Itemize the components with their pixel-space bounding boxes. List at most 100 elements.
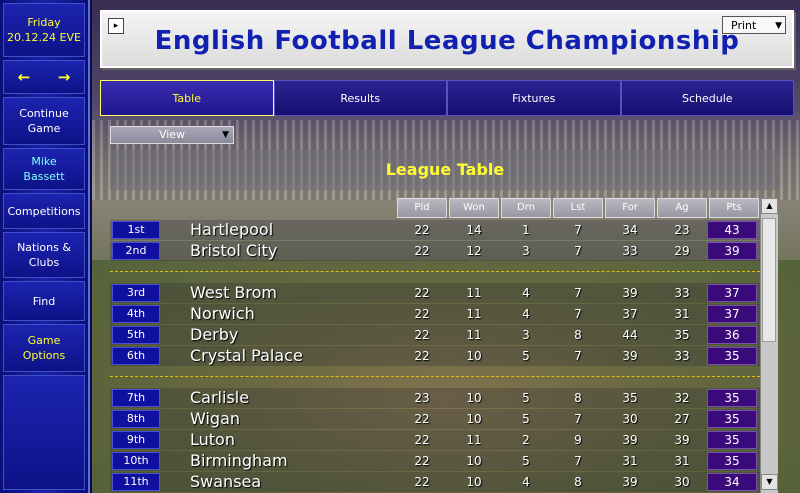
team-name[interactable]: West Brom — [190, 283, 277, 303]
chevron-down-icon: ▼ — [775, 21, 782, 31]
stat-lst: 9 — [574, 433, 582, 447]
team-name[interactable]: Bristol City — [190, 241, 277, 261]
table-row[interactable]: 3rd West Brom 22 11 4 7 39 33 37 — [110, 283, 762, 303]
table-row[interactable]: 9th Luton 22 11 2 9 39 39 35 — [110, 430, 762, 450]
stat-won: 11 — [466, 328, 482, 342]
team-name[interactable]: Crystal Palace — [190, 346, 303, 366]
team-name[interactable]: Norwich — [190, 304, 255, 324]
column-header-for[interactable]: For — [605, 198, 655, 218]
stat-won: 14 — [466, 223, 482, 237]
back-arrow-icon[interactable]: ← — [18, 69, 31, 85]
position-badge: 4th — [112, 305, 160, 323]
tab-table[interactable]: Table — [100, 80, 274, 116]
stat-drn: 4 — [522, 307, 530, 321]
date-display: Friday 20.12.24 EVE — [3, 3, 85, 57]
table-row[interactable]: 8th Wigan 22 10 5 7 30 27 35 — [110, 409, 762, 429]
scroll-down-icon[interactable]: ▼ — [761, 474, 778, 490]
tab-schedule[interactable]: Schedule — [620, 80, 794, 116]
find-button[interactable]: Find — [3, 281, 85, 321]
tab-bar: Table Results Fixtures Schedule — [100, 80, 794, 116]
team-name[interactable]: Luton — [190, 430, 235, 450]
table-row[interactable]: 10th Birmingham 22 10 5 7 31 31 35 — [110, 451, 762, 471]
stat-ag: 29 — [674, 244, 690, 258]
stat-pld: 22 — [414, 328, 430, 342]
column-header-pts[interactable]: Pts — [709, 198, 759, 218]
team-name[interactable]: Swansea — [190, 472, 261, 492]
stat-ag: 39 — [674, 433, 690, 447]
manager-button[interactable]: Mike Bassett — [3, 148, 85, 190]
continue-game-label: Continue Game — [19, 107, 69, 135]
position-badge: 1st — [112, 221, 160, 239]
points-badge: 35 — [707, 347, 757, 365]
competitions-label: Competitions — [7, 204, 81, 218]
team-name[interactable]: Carlisle — [190, 388, 249, 408]
stat-ag: 31 — [674, 454, 690, 468]
nations-clubs-button[interactable]: Nations & Clubs — [3, 232, 85, 278]
tab-fixtures[interactable]: Fixtures — [447, 80, 621, 116]
stat-drn: 3 — [522, 244, 530, 258]
nations-clubs-label: Nations & Clubs — [17, 241, 71, 269]
stat-ag: 23 — [674, 223, 690, 237]
competitions-button[interactable]: Competitions — [3, 193, 85, 229]
team-name[interactable]: Derby — [190, 325, 238, 345]
stat-ag: 27 — [674, 412, 690, 426]
table-row[interactable]: 5th Derby 22 11 3 8 44 35 36 — [110, 325, 762, 345]
view-dropdown[interactable]: View ▼ — [110, 126, 234, 144]
table-row[interactable]: 4th Norwich 22 11 4 7 37 31 37 — [110, 304, 762, 324]
position-badge: 7th — [112, 389, 160, 407]
game-options-button[interactable]: Game Options — [3, 324, 85, 372]
stat-won: 11 — [466, 433, 482, 447]
group-divider — [110, 271, 760, 272]
points-badge: 35 — [707, 431, 757, 449]
stat-ag: 33 — [674, 286, 690, 300]
continue-game-button[interactable]: Continue Game — [3, 97, 85, 145]
stat-for: 39 — [622, 433, 638, 447]
table-row[interactable]: 6th Crystal Palace 22 10 5 7 39 33 35 — [110, 346, 762, 366]
stat-won: 10 — [466, 349, 482, 363]
group-divider — [110, 376, 760, 377]
scroll-up-icon[interactable]: ▲ — [761, 198, 778, 214]
find-label: Find — [32, 294, 56, 308]
stat-lst: 7 — [574, 223, 582, 237]
column-header-lst[interactable]: Lst — [553, 198, 603, 218]
stat-lst: 8 — [574, 391, 582, 405]
print-dropdown[interactable]: Print ▼ — [722, 16, 786, 34]
team-name[interactable]: Wigan — [190, 409, 240, 429]
forward-arrow-icon[interactable]: → — [58, 69, 71, 85]
stat-drn: 5 — [522, 454, 530, 468]
stat-ag: 30 — [674, 475, 690, 489]
stat-pld: 22 — [414, 475, 430, 489]
stat-won: 11 — [466, 286, 482, 300]
table-row[interactable]: 7th Carlisle 23 10 5 8 35 32 35 — [110, 388, 762, 408]
table-row[interactable]: 11th Swansea 22 10 4 8 39 30 34 — [110, 472, 762, 492]
table-row[interactable]: 1st Hartlepool 22 14 1 7 34 23 43 — [110, 220, 762, 240]
stat-pld: 22 — [414, 286, 430, 300]
print-label: Print — [731, 19, 757, 32]
column-header-drn[interactable]: Drn — [501, 198, 551, 218]
main-area: ▸ English Football League Championship P… — [92, 0, 800, 493]
column-header-ag[interactable]: Ag — [657, 198, 707, 218]
stat-pld: 22 — [414, 307, 430, 321]
table-scrollbar[interactable]: ▲ ▼ — [760, 198, 778, 493]
stat-won: 11 — [466, 307, 482, 321]
stat-for: 39 — [622, 286, 638, 300]
stat-for: 33 — [622, 244, 638, 258]
stat-for: 30 — [622, 412, 638, 426]
scroll-thumb[interactable] — [762, 218, 776, 342]
points-badge: 35 — [707, 410, 757, 428]
league-table-header: League Table — [110, 150, 780, 190]
column-header-won[interactable]: Won — [449, 198, 499, 218]
column-header-pld[interactable]: Pld — [397, 198, 447, 218]
nav-arrows: ← → — [3, 60, 85, 94]
stat-pld: 22 — [414, 244, 430, 258]
stat-won: 12 — [466, 244, 482, 258]
table-row[interactable]: 2nd Bristol City 22 12 3 7 33 29 39 — [110, 241, 762, 261]
stat-pld: 22 — [414, 223, 430, 237]
team-name[interactable]: Birmingham — [190, 451, 288, 471]
team-name[interactable]: Hartlepool — [190, 220, 273, 240]
tab-results[interactable]: Results — [273, 80, 447, 116]
title-panel: ▸ English Football League Championship P… — [100, 10, 794, 68]
stat-pld: 22 — [414, 454, 430, 468]
game-options-label: Game Options — [22, 334, 66, 362]
day-label: Friday — [27, 16, 61, 29]
